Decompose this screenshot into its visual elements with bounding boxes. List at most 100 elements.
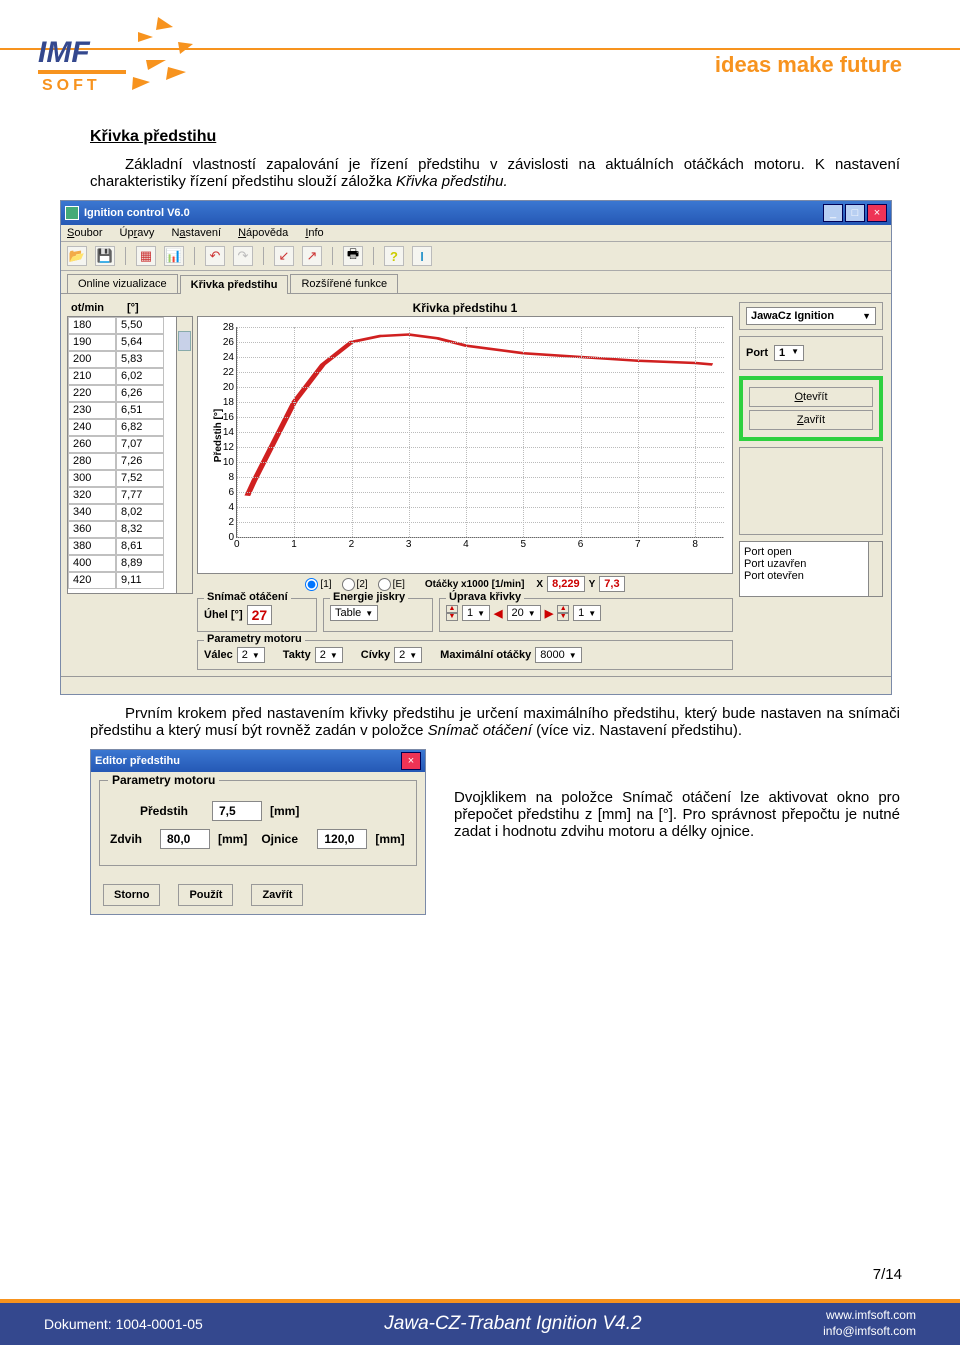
uhel-input[interactable]: 27: [247, 605, 273, 625]
tab-rozsirene[interactable]: Rozšířené funkce: [290, 274, 398, 293]
log-scrollbar[interactable]: [868, 542, 882, 596]
footer: Dokument: 1004-0001-05 Jawa-CZ-Trabant I…: [0, 1299, 960, 1345]
tab-online[interactable]: Online vizualizace: [67, 274, 178, 293]
spin-vert2[interactable]: ▲▼: [557, 605, 569, 621]
log-box: Port open Port uzavřen Port otevřen: [739, 541, 883, 597]
table-row[interactable]: 3608,32: [68, 521, 192, 538]
maxot-select[interactable]: 8000▼: [535, 647, 581, 663]
menu-upravy[interactable]: Úpravy: [120, 227, 155, 239]
paragraph-1: Základní vlastností zapalování je řízení…: [90, 156, 900, 190]
paragraph-2: Prvním krokem před nastavením křivky pře…: [90, 705, 900, 739]
radio-2[interactable]: [2]: [342, 578, 368, 591]
menu-napoveda[interactable]: Nápověda: [238, 227, 288, 239]
svg-text:IMF: IMF: [38, 36, 90, 69]
footer-doc: Dokument: 1004-0001-05: [44, 1316, 203, 1332]
window-title: Ignition control V6.0: [84, 207, 823, 219]
footer-title: Jawa-CZ-Trabant Ignition V4.2: [384, 1313, 641, 1335]
table-row[interactable]: 3007,52: [68, 470, 192, 487]
zdvih-input[interactable]: 80,0: [160, 829, 210, 849]
right-arrow-icon[interactable]: ▶: [545, 607, 553, 620]
table-row[interactable]: 3408,02: [68, 504, 192, 521]
window-buttons: _ □ ×: [823, 204, 887, 222]
predstih-input[interactable]: 7,5: [212, 801, 262, 821]
save-icon[interactable]: 💾: [95, 246, 115, 266]
grid-icon[interactable]: ▦: [136, 246, 156, 266]
table-row[interactable]: 2206,26: [68, 385, 192, 402]
minimize-button[interactable]: _: [823, 204, 843, 222]
maximize-button[interactable]: □: [845, 204, 865, 222]
menu-info[interactable]: Info: [305, 227, 323, 239]
table-row[interactable]: 1805,50: [68, 317, 192, 334]
data-table[interactable]: 1805,501905,642005,832106,022206,262306,…: [67, 316, 193, 594]
group-snimac-label: Snímač otáčení: [204, 591, 291, 603]
tabs: Online vizualizace Křivka předstihu Rozš…: [61, 271, 891, 293]
open-port-button[interactable]: Otevřít: [749, 387, 873, 407]
menu-soubor[interactable]: Soubor: [67, 227, 102, 239]
table-row[interactable]: 2106,02: [68, 368, 192, 385]
close-port-button[interactable]: Zavřít: [749, 410, 873, 430]
left-arrow-icon[interactable]: ◀: [494, 607, 502, 620]
footer-contact: www.imfsoft.com info@imfsoft.com: [823, 1308, 916, 1339]
paragraph-3: Dvojklikem na položce Snímač otáčení lze…: [454, 749, 900, 840]
editor-close-button[interactable]: ×: [401, 752, 421, 770]
editor-window: Editor předstihu × Parametry motoru Před…: [90, 749, 426, 915]
energie-select[interactable]: Table▼: [330, 605, 378, 621]
takty-select[interactable]: 2▼: [315, 647, 343, 663]
upr2-select[interactable]: 20▼: [507, 605, 541, 621]
chart: Předstih [°] 282624222018161412108642001…: [197, 316, 733, 574]
titlebar: Ignition control V6.0 _ □ ×: [61, 201, 891, 225]
pouzit-button[interactable]: Použít: [178, 884, 233, 906]
zavrit-button[interactable]: Zavřít: [251, 884, 303, 906]
spin-vert[interactable]: ▲▼: [446, 605, 458, 621]
editor-title: Editor předstihu: [95, 755, 401, 767]
table-headers: ot/min [°]: [67, 300, 193, 316]
table-row[interactable]: 2807,26: [68, 453, 192, 470]
close-button[interactable]: ×: [867, 204, 887, 222]
menubar: Soubor Úpravy Nastavení Nápověda Info: [61, 225, 891, 242]
info-icon[interactable]: I: [412, 246, 432, 266]
table-row[interactable]: 2306,51: [68, 402, 192, 419]
upr3-select[interactable]: 1▼: [573, 605, 601, 621]
section-heading: Křivka předstihu: [90, 128, 900, 146]
table-row[interactable]: 1905,64: [68, 334, 192, 351]
print-icon[interactable]: 🖶: [343, 246, 363, 266]
help-icon[interactable]: ?: [384, 246, 404, 266]
undo-icon[interactable]: ↶: [205, 246, 225, 266]
svg-text:SOFT: SOFT: [42, 77, 101, 94]
chart-title: Křivka předstihu 1: [197, 300, 733, 316]
civky-select[interactable]: 2▼: [394, 647, 422, 663]
upload-icon[interactable]: ↗: [302, 246, 322, 266]
table-scrollbar[interactable]: [176, 317, 192, 593]
storno-button[interactable]: Storno: [103, 884, 160, 906]
valec-select[interactable]: 2▼: [237, 647, 265, 663]
table-row[interactable]: 3207,77: [68, 487, 192, 504]
table-row[interactable]: 2607,07: [68, 436, 192, 453]
statusbar: [61, 676, 891, 694]
logo: IMF SOFT: [38, 12, 218, 102]
y-value: 7,3: [599, 576, 624, 592]
port-row: Port 1▼: [746, 345, 876, 361]
download-icon[interactable]: ↙: [274, 246, 294, 266]
table-row[interactable]: 2406,82: [68, 419, 192, 436]
app-icon: [65, 206, 79, 220]
table-row[interactable]: 2005,83: [68, 351, 192, 368]
ojnice-input[interactable]: 120,0: [317, 829, 367, 849]
toolbar: 📂 💾 ▦ 📊 ↶ ↷ ↙ ↗ 🖶 ? I: [61, 242, 891, 271]
config-select[interactable]: JawaCz Ignition▼: [746, 307, 876, 325]
redo-icon[interactable]: ↷: [233, 246, 253, 266]
chart-icon[interactable]: 📊: [164, 246, 184, 266]
page-number: 7/14: [873, 1266, 902, 1283]
menu-nastaveni[interactable]: Nastavení: [171, 227, 221, 239]
table-row[interactable]: 4209,11: [68, 572, 192, 589]
radio-1[interactable]: [1]: [305, 578, 331, 591]
port-select[interactable]: 1▼: [774, 345, 804, 361]
upr1-select[interactable]: 1▼: [462, 605, 490, 621]
tab-krivka[interactable]: Křivka předstihu: [180, 275, 289, 294]
x-value: 8,229: [547, 576, 585, 592]
app-window: Ignition control V6.0 _ □ × Soubor Úprav…: [60, 200, 892, 695]
table-row[interactable]: 3808,61: [68, 538, 192, 555]
open-icon[interactable]: 📂: [67, 246, 87, 266]
radio-e[interactable]: [E]: [378, 578, 405, 591]
table-row[interactable]: 4008,89: [68, 555, 192, 572]
tagline: ideas make future: [715, 52, 902, 78]
